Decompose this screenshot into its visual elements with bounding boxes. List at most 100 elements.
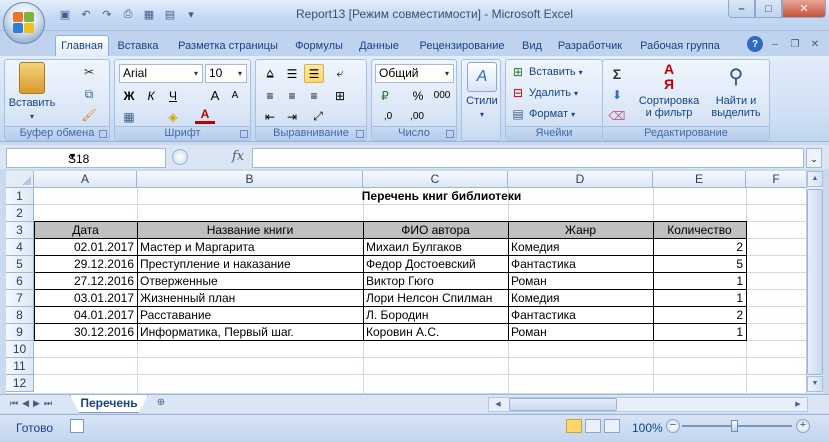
row-header[interactable]: 5: [6, 256, 34, 273]
borders-icon[interactable]: ▦: [119, 107, 139, 126]
table-cell[interactable]: Л. Бородин: [363, 307, 508, 324]
vertical-scrollbar[interactable]: ▲ ▼: [806, 171, 823, 393]
styles-button[interactable]: A Стили ▾: [464, 62, 500, 119]
restore-doc-icon[interactable]: ❐: [787, 36, 803, 52]
table-cell[interactable]: Отверженные: [137, 273, 363, 290]
vertical-scroll-thumb[interactable]: [807, 189, 823, 375]
name-box[interactable]: S18 ▼: [6, 148, 166, 168]
decrease-indent-icon[interactable]: ⇤: [260, 107, 280, 126]
row-header[interactable]: 8: [6, 307, 34, 324]
decrease-decimal-button[interactable]: ,00: [404, 107, 430, 126]
select-all-button[interactable]: [6, 171, 34, 188]
table-cell[interactable]: Виктор Гюго: [363, 273, 508, 290]
font-color-icon[interactable]: A: [195, 107, 215, 124]
table-cell[interactable]: 29.12.2016: [34, 256, 137, 273]
increase-decimal-button[interactable]: ,0: [375, 107, 401, 126]
dialog-launcher-icon[interactable]: [99, 130, 107, 138]
row-header[interactable]: 2: [6, 205, 34, 222]
table-cell[interactable]: 2: [653, 307, 746, 324]
tab-workgroup[interactable]: Рабочая группа: [634, 35, 726, 56]
normal-view-icon[interactable]: [566, 419, 582, 433]
insert-function-button[interactable]: fx: [232, 149, 244, 164]
thousands-button[interactable]: 000: [430, 86, 454, 105]
insert-sheet-icon[interactable]: ⊕: [150, 397, 172, 411]
sheet-tab[interactable]: Перечень: [70, 395, 148, 413]
dialog-launcher-icon[interactable]: [356, 130, 364, 138]
column-header-f[interactable]: F: [746, 171, 806, 188]
align-middle-icon[interactable]: ☰: [282, 64, 302, 83]
row-header[interactable]: 1: [6, 188, 34, 205]
row-header[interactable]: 4: [6, 239, 34, 256]
formula-input[interactable]: [252, 148, 804, 168]
sort-filter-button[interactable]: АЯ Сортировка и фильтр: [635, 62, 703, 120]
tab-view[interactable]: Вид: [518, 35, 546, 56]
next-sheet-icon[interactable]: ▶: [33, 398, 40, 409]
table-cell[interactable]: 1: [653, 273, 746, 290]
tab-home[interactable]: Главная: [55, 35, 109, 56]
table-cell[interactable]: Фантастика: [508, 256, 653, 273]
currency-icon[interactable]: ₽: [375, 86, 395, 105]
delete-cells-button[interactable]: ⊟ Удалить ▾: [510, 85, 578, 101]
column-header-e[interactable]: E: [653, 171, 746, 188]
table-cell[interactable]: Информатика, Первый шаг.: [137, 324, 363, 341]
increase-indent-icon[interactable]: ⇥: [282, 107, 302, 126]
table-cell[interactable]: 5: [653, 256, 746, 273]
table-cell[interactable]: 27.12.2016: [34, 273, 137, 290]
italic-button[interactable]: К: [141, 86, 161, 105]
table-title[interactable]: Перечень книг библиотеки: [137, 188, 746, 205]
page-layout-view-icon[interactable]: [585, 419, 601, 433]
close-button[interactable]: ✕: [782, 0, 826, 18]
table-cell[interactable]: Лори Нелсон Спилман: [363, 290, 508, 307]
copy-icon[interactable]: ⧉: [81, 86, 97, 102]
table-cell[interactable]: Комедия: [508, 290, 653, 307]
scroll-up-icon[interactable]: ▲: [807, 171, 823, 187]
row-header[interactable]: 10: [6, 341, 34, 358]
autosum-button[interactable]: Σ: [607, 64, 627, 83]
last-sheet-icon[interactable]: ⏭: [44, 398, 52, 409]
expand-formula-bar-icon[interactable]: ⌄: [806, 148, 822, 168]
zoom-level[interactable]: 100%: [632, 421, 663, 435]
fill-icon[interactable]: ⬇: [607, 85, 627, 104]
bold-button[interactable]: Ж: [119, 86, 139, 105]
zoom-in-button[interactable]: +: [796, 419, 810, 433]
orientation-icon[interactable]: ⤢: [308, 107, 328, 126]
close-doc-icon[interactable]: ✕: [807, 36, 823, 52]
align-bottom-icon[interactable]: ☰: [304, 64, 324, 83]
header-cell-date[interactable]: Дата: [34, 222, 137, 239]
table-cell[interactable]: Федор Достоевский: [363, 256, 508, 273]
table-cell[interactable]: Роман: [508, 273, 653, 290]
number-format-combo[interactable]: Общий ▾: [375, 64, 454, 83]
header-cell-quantity[interactable]: Количество: [653, 222, 746, 239]
macro-record-icon[interactable]: [70, 419, 84, 433]
format-painter-icon[interactable]: 🖌: [81, 107, 97, 123]
column-header-d[interactable]: D: [508, 171, 653, 188]
wrap-text-icon[interactable]: ⤶: [330, 64, 350, 83]
minimize-button[interactable]: –: [728, 0, 755, 18]
font-name-combo[interactable]: Arial ▾: [119, 64, 203, 83]
underline-button[interactable]: Ч: [163, 86, 183, 105]
fill-color-icon[interactable]: ◈: [163, 107, 183, 126]
row-header[interactable]: 11: [6, 358, 34, 375]
maximize-button[interactable]: □: [755, 0, 782, 18]
align-right-icon[interactable]: ≡: [304, 86, 324, 105]
table-cell[interactable]: Фантастика: [508, 307, 653, 324]
table-cell[interactable]: 1: [653, 324, 746, 341]
table-cell[interactable]: 30.12.2016: [34, 324, 137, 341]
table-cell[interactable]: Комедия: [508, 239, 653, 256]
tab-page-layout[interactable]: Разметка страницы: [170, 35, 286, 56]
dialog-launcher-icon[interactable]: [240, 130, 248, 138]
format-cells-button[interactable]: ▤ Формат ▾: [510, 106, 575, 122]
scroll-right-icon[interactable]: ▶: [791, 398, 805, 411]
table-cell[interactable]: Преступление и наказание: [137, 256, 363, 273]
table-cell[interactable]: 2: [653, 239, 746, 256]
column-header-b[interactable]: B: [137, 171, 363, 188]
table-cell[interactable]: Коровин А.С.: [363, 324, 508, 341]
scroll-down-icon[interactable]: ▼: [807, 376, 823, 392]
paste-button[interactable]: Вставить ▾: [9, 62, 55, 121]
first-sheet-icon[interactable]: ⏮: [10, 398, 18, 409]
cut-icon[interactable]: ✂: [81, 64, 97, 80]
row-header[interactable]: 6: [6, 273, 34, 290]
merge-cells-icon[interactable]: ⊞: [330, 86, 350, 105]
shrink-font-button[interactable]: A: [225, 86, 245, 105]
header-cell-author[interactable]: ФИО автора: [363, 222, 508, 239]
